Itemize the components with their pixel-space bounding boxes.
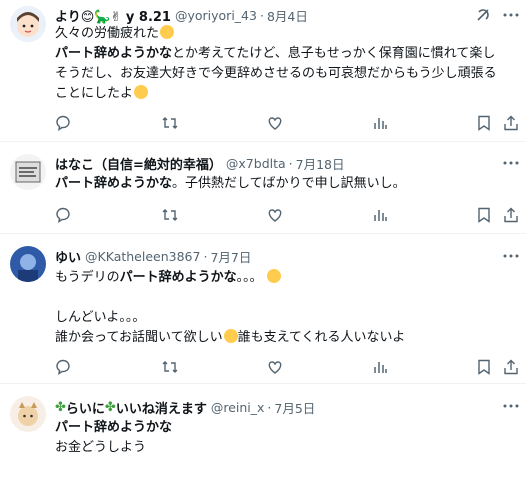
avatar[interactable] <box>10 154 46 190</box>
avatar[interactable] <box>10 246 46 282</box>
emoji-crying <box>266 269 281 283</box>
user-handle[interactable]: @reini_x <box>211 400 265 415</box>
tweet[interactable]: より😊🦕✌ y 8.21 @yoriyori_43 · 8月4日 久々の労働疲れ… <box>0 0 526 142</box>
separator-dot: · <box>288 155 293 171</box>
display-name[interactable]: らいに <box>66 398 105 417</box>
views-icon[interactable] <box>371 206 389 224</box>
bookmark-icon[interactable] <box>475 358 493 376</box>
views-icon[interactable] <box>371 358 389 376</box>
avatar[interactable] <box>10 396 46 432</box>
retweet-icon[interactable] <box>161 206 179 224</box>
reply-icon[interactable] <box>54 358 72 376</box>
emoji-crying <box>223 329 238 343</box>
separator-dot: · <box>267 399 272 415</box>
bookmark-icon[interactable] <box>475 114 493 132</box>
tweet-date[interactable]: 7月7日 <box>210 247 251 266</box>
views-icon[interactable] <box>371 114 389 132</box>
display-name[interactable]: はなこ（自信=絶対的幸福） <box>55 154 222 173</box>
share-icon[interactable] <box>502 114 520 132</box>
clover-icon: ✤ <box>104 399 116 415</box>
tweet-date[interactable]: 7月18日 <box>296 154 345 173</box>
user-handle[interactable]: @x7bdlta <box>226 156 286 171</box>
like-icon[interactable] <box>266 358 284 376</box>
avatar[interactable] <box>10 6 46 42</box>
clover-icon: ✤ <box>55 399 66 415</box>
more-icon[interactable] <box>502 154 520 172</box>
emoji-relieved <box>134 85 149 99</box>
more-icon[interactable] <box>502 6 520 24</box>
bookmark-icon[interactable] <box>475 206 493 224</box>
retweet-icon[interactable] <box>161 114 179 132</box>
retweet-icon[interactable] <box>161 358 179 376</box>
more-icon[interactable] <box>502 247 520 265</box>
separator-dot: · <box>203 248 208 264</box>
tweet-text: パート辞めようかな。子供熱だしてばかりで申し訳無いし。 <box>55 176 406 191</box>
display-name[interactable]: ゆい <box>55 247 81 266</box>
share-icon[interactable] <box>502 358 520 376</box>
grok-icon[interactable] <box>474 6 492 24</box>
tweet-text: パート辞めようかな お金どうしよう <box>55 420 173 455</box>
emoji-smiling-halo <box>160 25 175 39</box>
tweet-text: もうデリのパート辞めようかな。。。 しんどいよ。。。 誰か会ってお話聞いて欲しい… <box>55 269 406 345</box>
search-results-feed: より😊🦕✌ y 8.21 @yoriyori_43 · 8月4日 久々の労働疲れ… <box>0 0 526 496</box>
more-icon[interactable] <box>502 397 520 415</box>
share-icon[interactable] <box>502 206 520 224</box>
tweet-text: 久々の労働疲れた パート辞めようかなとか考えてたけど、息子もせっかく保育園に慣れ… <box>55 25 497 101</box>
tweet[interactable]: ゆい @KKatheleen3867 · 7月7日 もうデリのパート辞めようかな… <box>0 234 526 384</box>
reply-icon[interactable] <box>54 206 72 224</box>
tweet[interactable]: はなこ（自信=絶対的幸福） @x7bdlta · 7月18日 パート辞めようかな… <box>0 142 526 234</box>
tweet[interactable]: ✤ らいに ✤ いいね消えます @reini_x · 7月5日 パート辞めようか… <box>0 384 526 496</box>
like-icon[interactable] <box>266 114 284 132</box>
tweet-date[interactable]: 7月5日 <box>274 398 315 417</box>
user-handle[interactable]: @KKatheleen3867 <box>85 249 200 264</box>
display-name[interactable]: より😊🦕✌ y 8.21 <box>55 6 171 25</box>
like-icon[interactable] <box>266 206 284 224</box>
display-name-suffix[interactable]: いいね消えます <box>116 398 207 417</box>
reply-icon[interactable] <box>54 114 72 132</box>
tweet-date[interactable]: 8月4日 <box>267 6 308 25</box>
separator-dot: · <box>259 7 264 23</box>
user-handle[interactable]: @yoriyori_43 <box>175 8 257 23</box>
